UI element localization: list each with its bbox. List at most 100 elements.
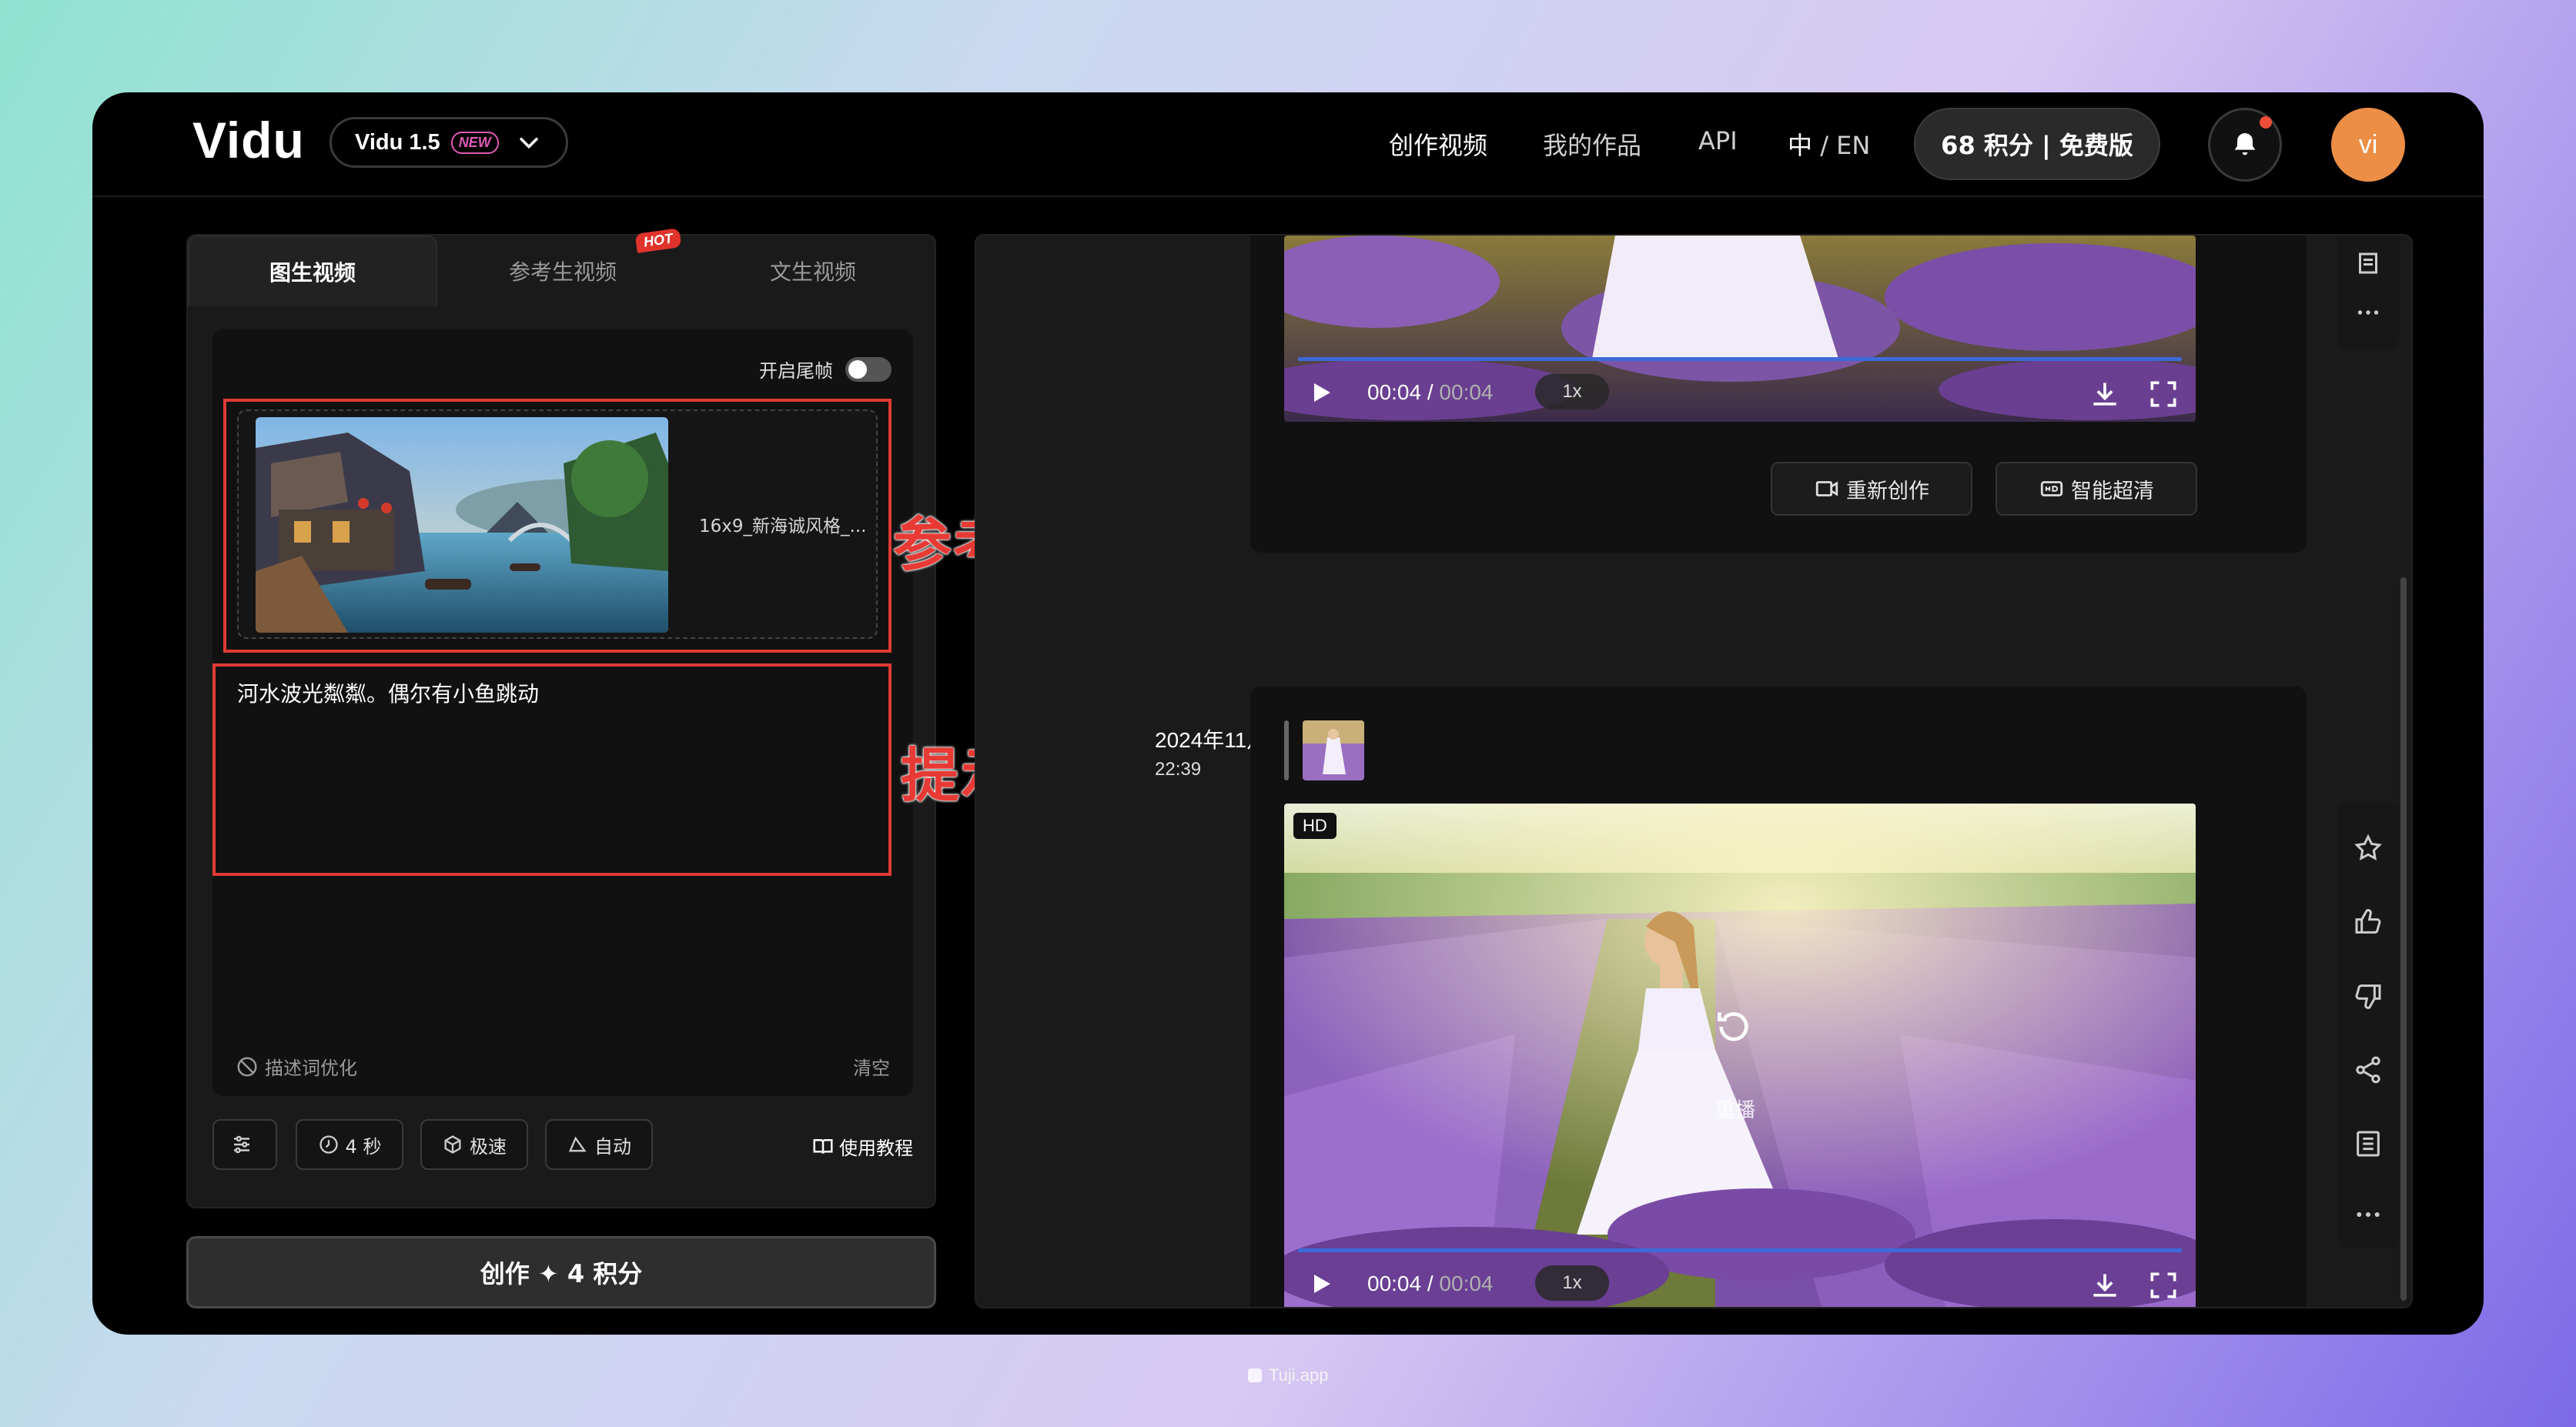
prompt-optimize-toggle[interactable]: 描述词优化	[236, 1053, 357, 1080]
model-name: Vidu 1.5	[355, 129, 440, 155]
speed-label: 极速	[470, 1135, 507, 1158]
fullscreen-icon[interactable]	[2146, 1268, 2180, 1302]
sliders-icon	[234, 1135, 249, 1154]
download-icon[interactable]	[2088, 377, 2122, 411]
reference-image-highlight: 16x9_新海诚风格_...	[223, 399, 892, 653]
details-icon[interactable]	[2353, 1128, 2384, 1159]
end-frame-label: 开启尾帧	[759, 360, 833, 382]
prompt-highlight: 河水波光粼粼。偶尔有小鱼跳动	[212, 663, 892, 876]
duration-time: 00:04	[1439, 380, 1494, 404]
reference-image-thumbnail[interactable]	[256, 417, 668, 633]
play-icon[interactable]	[1307, 1270, 1335, 1298]
create-button[interactable]: 创作 ✦ 4 积分	[186, 1236, 936, 1308]
hd-badge: HD	[1293, 813, 1337, 839]
current-time: 00:04	[1367, 1272, 1422, 1295]
generation-panel: 图生视频 参考生视频 HOT 文生视频 开启尾帧 16x9_新海诚风格_... …	[186, 228, 938, 1208]
replay-label: 重播	[1715, 1099, 1756, 1122]
lang-zh[interactable]: 中	[1788, 131, 1812, 160]
motion-selector[interactable]: 自动	[545, 1119, 653, 1170]
hd-icon	[2040, 481, 2063, 496]
progress-bar-current[interactable]	[1298, 1248, 2182, 1252]
tab-image-to-video[interactable]: 图生视频	[188, 236, 437, 306]
motion-icon	[568, 1136, 587, 1152]
lang-en[interactable]: EN	[1836, 131, 1870, 160]
watermark-text: Tuji.app	[1269, 1365, 1329, 1385]
download-icon[interactable]	[2088, 1268, 2122, 1302]
results-scrollbar[interactable]	[2400, 577, 2407, 1301]
points-plan-button[interactable]: 68 积分 | 免费版	[1914, 108, 2160, 180]
upscale-label: 智能超清	[2071, 479, 2154, 503]
source-thumb-marker	[1284, 720, 1289, 780]
end-frame-control: 开启尾帧	[759, 356, 892, 383]
video-controls-previous: 00:04 / 00:04 1x	[1284, 357, 2196, 422]
video-recreate-icon	[1815, 481, 1838, 496]
tutorial-label: 使用教程	[839, 1138, 913, 1159]
progress-bar-previous[interactable]	[1298, 357, 2182, 361]
recreate-button[interactable]: 重新创作	[1771, 462, 1972, 516]
tab-text-to-video[interactable]: 文生视频	[688, 236, 938, 306]
more-icon[interactable]	[2353, 297, 2384, 328]
source-image-thumbnail[interactable]	[1303, 720, 1364, 780]
disabled-icon	[237, 1057, 257, 1076]
user-avatar[interactable]: vi	[2331, 108, 2405, 182]
thumbs-down-icon[interactable]	[2353, 981, 2384, 1011]
nav-create-video[interactable]: 创作视频	[1389, 126, 1487, 162]
side-actions-previous	[2337, 236, 2399, 349]
chevron-down-icon	[520, 137, 538, 149]
current-time: 00:04	[1367, 380, 1422, 404]
end-frame-toggle[interactable]	[845, 356, 892, 382]
app-logo[interactable]: Vidu	[192, 111, 305, 169]
nav-api[interactable]: API	[1698, 126, 1738, 155]
time-display-previous: 00:04 / 00:04	[1367, 380, 1494, 404]
video-controls-current: 00:04 / 00:04 1x	[1284, 1248, 2196, 1307]
notification-button[interactable]	[2208, 108, 2282, 182]
advanced-settings-button[interactable]	[212, 1119, 277, 1170]
top-header: Vidu Vidu 1.5 NEW 创作视频 我的作品 API 中 / EN 6…	[92, 92, 2484, 197]
more-icon[interactable]	[2353, 1199, 2384, 1230]
playback-speed-current[interactable]: 1x	[1535, 1265, 1609, 1301]
tutorial-link[interactable]: 使用教程	[811, 1133, 913, 1160]
reference-image-filename: 16x9_新海诚风格_...	[699, 516, 867, 536]
replay-icon[interactable]	[1712, 1005, 1755, 1048]
play-icon[interactable]	[1307, 379, 1335, 406]
notification-dot	[2260, 116, 2272, 129]
input-card: 开启尾帧 16x9_新海诚风格_... 河水波光粼粼。偶尔有小鱼跳动 描述词优化…	[212, 329, 913, 1096]
list-icon[interactable]	[2353, 248, 2384, 279]
video-player-current[interactable]: HD 重播 00:04 / 00:04 1x	[1284, 804, 2196, 1307]
video-player-previous[interactable]: 00:04 / 00:04 1x	[1284, 236, 2196, 422]
duration-label: 4 秒	[345, 1135, 382, 1158]
new-badge: NEW	[450, 131, 499, 154]
bell-icon	[2234, 133, 2256, 155]
book-icon	[813, 1138, 833, 1154]
upscale-button[interactable]: 智能超清	[1996, 462, 2197, 516]
duration-selector[interactable]: 4 秒	[296, 1119, 403, 1170]
lavender-field-girl-frame	[1284, 804, 2196, 1307]
playback-speed-previous[interactable]: 1x	[1535, 374, 1609, 409]
duration-time: 00:04	[1439, 1272, 1494, 1295]
side-actions-current	[2337, 802, 2399, 1248]
lang-switch[interactable]: 中 / EN	[1788, 126, 1870, 162]
speed-selector[interactable]: 极速	[420, 1119, 528, 1170]
result-card-current: HD 重播 00:04 / 00:04 1x	[1250, 687, 2307, 1307]
time-display-current: 00:04 / 00:04	[1367, 1272, 1494, 1295]
prompt-optimize-label: 描述词优化	[265, 1058, 357, 1079]
canal-town-image	[256, 417, 668, 633]
clear-button[interactable]: 清空	[853, 1053, 890, 1080]
lang-separator: /	[1820, 131, 1828, 160]
tuji-logo-icon	[1248, 1369, 1262, 1382]
fullscreen-icon[interactable]	[2146, 377, 2180, 411]
nav-my-works[interactable]: 我的作品	[1543, 126, 1641, 162]
thumbs-up-icon[interactable]	[2353, 907, 2384, 937]
model-selector[interactable]: Vidu 1.5 NEW	[330, 117, 568, 168]
share-icon[interactable]	[2353, 1054, 2384, 1085]
watermark: Tuji.app	[1246, 1365, 1328, 1385]
reference-image-upload[interactable]: 16x9_新海诚风格_...	[237, 409, 878, 639]
mode-tabs: 图生视频 参考生视频 HOT 文生视频	[188, 228, 938, 306]
app-window: Vidu Vidu 1.5 NEW 创作视频 我的作品 API 中 / EN 6…	[92, 92, 2484, 1335]
star-icon[interactable]	[2353, 833, 2384, 864]
results-panel: 00:04 / 00:04 1x 重新创作 智能超清 2024年11月13日 2…	[975, 234, 2413, 1308]
clock-icon	[319, 1135, 338, 1154]
prompt-input[interactable]: 河水波光粼粼。偶尔有小鱼跳动	[237, 677, 539, 708]
settings-bar: 4 秒 极速 自动 使用教程	[212, 1119, 913, 1173]
cube-icon	[444, 1135, 461, 1154]
